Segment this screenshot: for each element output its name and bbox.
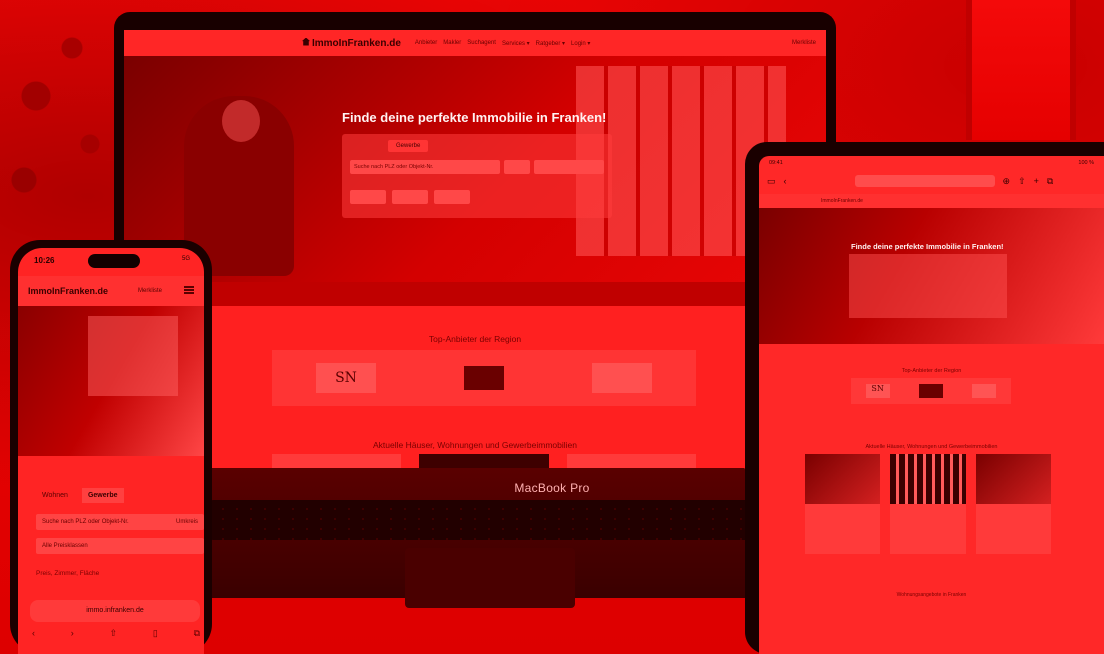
tablet-status-time: 09:41: [769, 160, 783, 166]
background-window: [966, 0, 1076, 140]
phone-filter-link[interactable]: Preis, Zimmer, Fläche: [36, 570, 99, 577]
tablet-device: 09:41 100 % ▭ ‹ ⊕ ⇧ + ⧉ ImmoInFranken.de…: [745, 142, 1104, 654]
tab-gewerbe[interactable]: Gewerbe: [81, 488, 124, 503]
nav-item-makler[interactable]: Makler: [443, 40, 461, 46]
listing-meta: [805, 504, 880, 518]
tablet-status-battery: 100 %: [1078, 160, 1094, 166]
laptop-screen: ImmoInFranken.de Anbieter Makler Suchage…: [124, 30, 826, 480]
book-icon[interactable]: ▯: [153, 628, 158, 639]
tablet-listing-card[interactable]: [975, 454, 1051, 554]
nav-item-login[interactable]: Login ▾: [571, 40, 590, 47]
tablet-site-logo[interactable]: ImmoInFranken.de: [821, 198, 863, 204]
chevron-right-icon[interactable]: ›: [71, 628, 74, 639]
search-input[interactable]: Suche nach PLZ oder Objekt-Nr.: [350, 160, 500, 174]
price-select[interactable]: [534, 160, 604, 174]
listing-image: [975, 454, 1051, 504]
hero-strip: [124, 282, 826, 306]
laptop-device: ImmoInFranken.de Anbieter Makler Suchage…: [114, 12, 836, 482]
menu-icon[interactable]: [184, 286, 194, 294]
phone-status-time: 10:26: [34, 256, 55, 265]
phone-merkliste-link[interactable]: Merkliste: [138, 288, 162, 294]
partner-row: SN: [272, 350, 696, 406]
filter-field-1[interactable]: [350, 190, 386, 204]
hero-section: Finde deine perfekte Immobilie in Franke…: [124, 56, 826, 282]
tablet-listings-title: Aktuelle Häuser, Wohnungen und Gewerbeim…: [865, 444, 998, 450]
search-panel: Gewerbe Suche nach PLZ oder Objekt-Nr.: [342, 134, 612, 218]
listing-meta: [976, 504, 1051, 518]
site-navbar: ImmoInFranken.de Anbieter Makler Suchage…: [124, 30, 826, 56]
phone-hero-house: [88, 316, 178, 396]
share-icon[interactable]: ⇧: [1018, 176, 1026, 187]
partner-logo-3[interactable]: [592, 363, 652, 393]
phone-screen: 10:26 5G ImmoInFranken.de Merkliste Wohn…: [18, 248, 204, 654]
phone-address-bar[interactable]: immo.infranken.de: [30, 600, 200, 622]
nav-item-suchagent[interactable]: Suchagent: [467, 40, 496, 46]
phone-device: 10:26 5G ImmoInFranken.de Merkliste Wohn…: [10, 240, 212, 654]
partner-logo-2[interactable]: [464, 366, 504, 390]
tablet-site-nav: ImmoInFranken.de: [759, 194, 1104, 208]
tablet-partner-row: SN: [851, 378, 1011, 404]
laptop-trackpad: [405, 548, 575, 608]
phone-site-logo[interactable]: ImmoInFranken.de: [28, 286, 108, 296]
background-plant: [0, 0, 120, 240]
tablet-screen: 09:41 100 % ▭ ‹ ⊕ ⇧ + ⧉ ImmoInFranken.de…: [759, 156, 1104, 654]
new-tab-icon[interactable]: +: [1034, 176, 1039, 186]
nav-item-anbieter[interactable]: Anbieter: [415, 40, 437, 46]
filter-field-3[interactable]: [434, 190, 470, 204]
tab-wohnen[interactable]: Wohnen: [36, 488, 74, 503]
hero-title: Finde deine perfekte Immobilie in Franke…: [342, 110, 607, 125]
radius-select[interactable]: Umkreis: [176, 519, 198, 525]
phone-type-select[interactable]: Alle Preisklassen: [36, 538, 204, 554]
laptop-keyboard: [210, 500, 750, 540]
hero-person-head: [222, 100, 260, 142]
tablet-partners-title: Top-Anbieter der Region: [901, 368, 962, 374]
merkliste-link[interactable]: Merkliste: [792, 40, 816, 46]
type-select[interactable]: [504, 160, 530, 174]
download-icon[interactable]: ⊕: [1003, 176, 1011, 187]
tablet-partner-sn[interactable]: SN: [865, 384, 890, 398]
tablet-footer-title: Wohnungsangebote in Franken: [896, 592, 967, 598]
chevron-left-icon[interactable]: ‹: [32, 628, 35, 639]
phone-status-network: 5G: [181, 256, 190, 262]
listing-image: [890, 454, 966, 504]
sidebar-icon[interactable]: ▭: [767, 176, 776, 187]
tablet-address-field[interactable]: [854, 175, 995, 187]
tablet-listing-card[interactable]: [805, 454, 881, 554]
phone-search-tabs: Wohnen Gewerbe: [36, 488, 124, 503]
phone-search-input[interactable]: Suche nach PLZ oder Objekt-Nr. Umkreis: [36, 514, 204, 530]
phone-search-placeholder: Suche nach PLZ oder Objekt-Nr.: [42, 519, 129, 525]
phone-hero: [18, 306, 204, 456]
nav-item-ratgeber[interactable]: Ratgeber ▾: [536, 40, 565, 47]
partners-title: Top-Anbieter der Region: [428, 334, 522, 344]
listings-title: Aktuelle Häuser, Wohnungen und Gewerbeim…: [373, 440, 577, 450]
listing-image: [805, 454, 881, 504]
tablet-partner-3[interactable]: [972, 384, 997, 398]
dynamic-island: [88, 254, 140, 268]
partner-logo-sn[interactable]: SN: [316, 363, 376, 393]
tabs-icon[interactable]: ⧉: [194, 628, 200, 639]
tablet-listing-card[interactable]: [890, 454, 966, 554]
filter-field-2[interactable]: [392, 190, 428, 204]
tablet-listing-row: [805, 454, 1051, 554]
site-logo[interactable]: ImmoInFranken.de: [302, 37, 401, 49]
tabs-icon[interactable]: ⧉: [1047, 176, 1053, 187]
phone-browser-toolbar: ‹ › ⇧ ▯ ⧉: [32, 628, 200, 639]
tablet-browser-bar: ▭ ‹ ⊕ ⇧ + ⧉: [759, 170, 1104, 192]
home-icon: [302, 37, 310, 46]
back-icon[interactable]: ‹: [784, 176, 787, 186]
phone-site-header: ImmoInFranken.de Merkliste: [18, 276, 204, 306]
nav-item-services[interactable]: Services ▾: [502, 40, 530, 47]
listing-meta: [890, 504, 965, 518]
tablet-partner-2[interactable]: [918, 384, 943, 398]
tab-gewerbe[interactable]: Gewerbe: [388, 140, 429, 152]
tablet-hero-title: Finde deine perfekte Immobilie in Franke…: [851, 242, 1004, 251]
tablet-search-panel[interactable]: [849, 254, 1007, 318]
share-icon[interactable]: ⇧: [110, 628, 118, 639]
